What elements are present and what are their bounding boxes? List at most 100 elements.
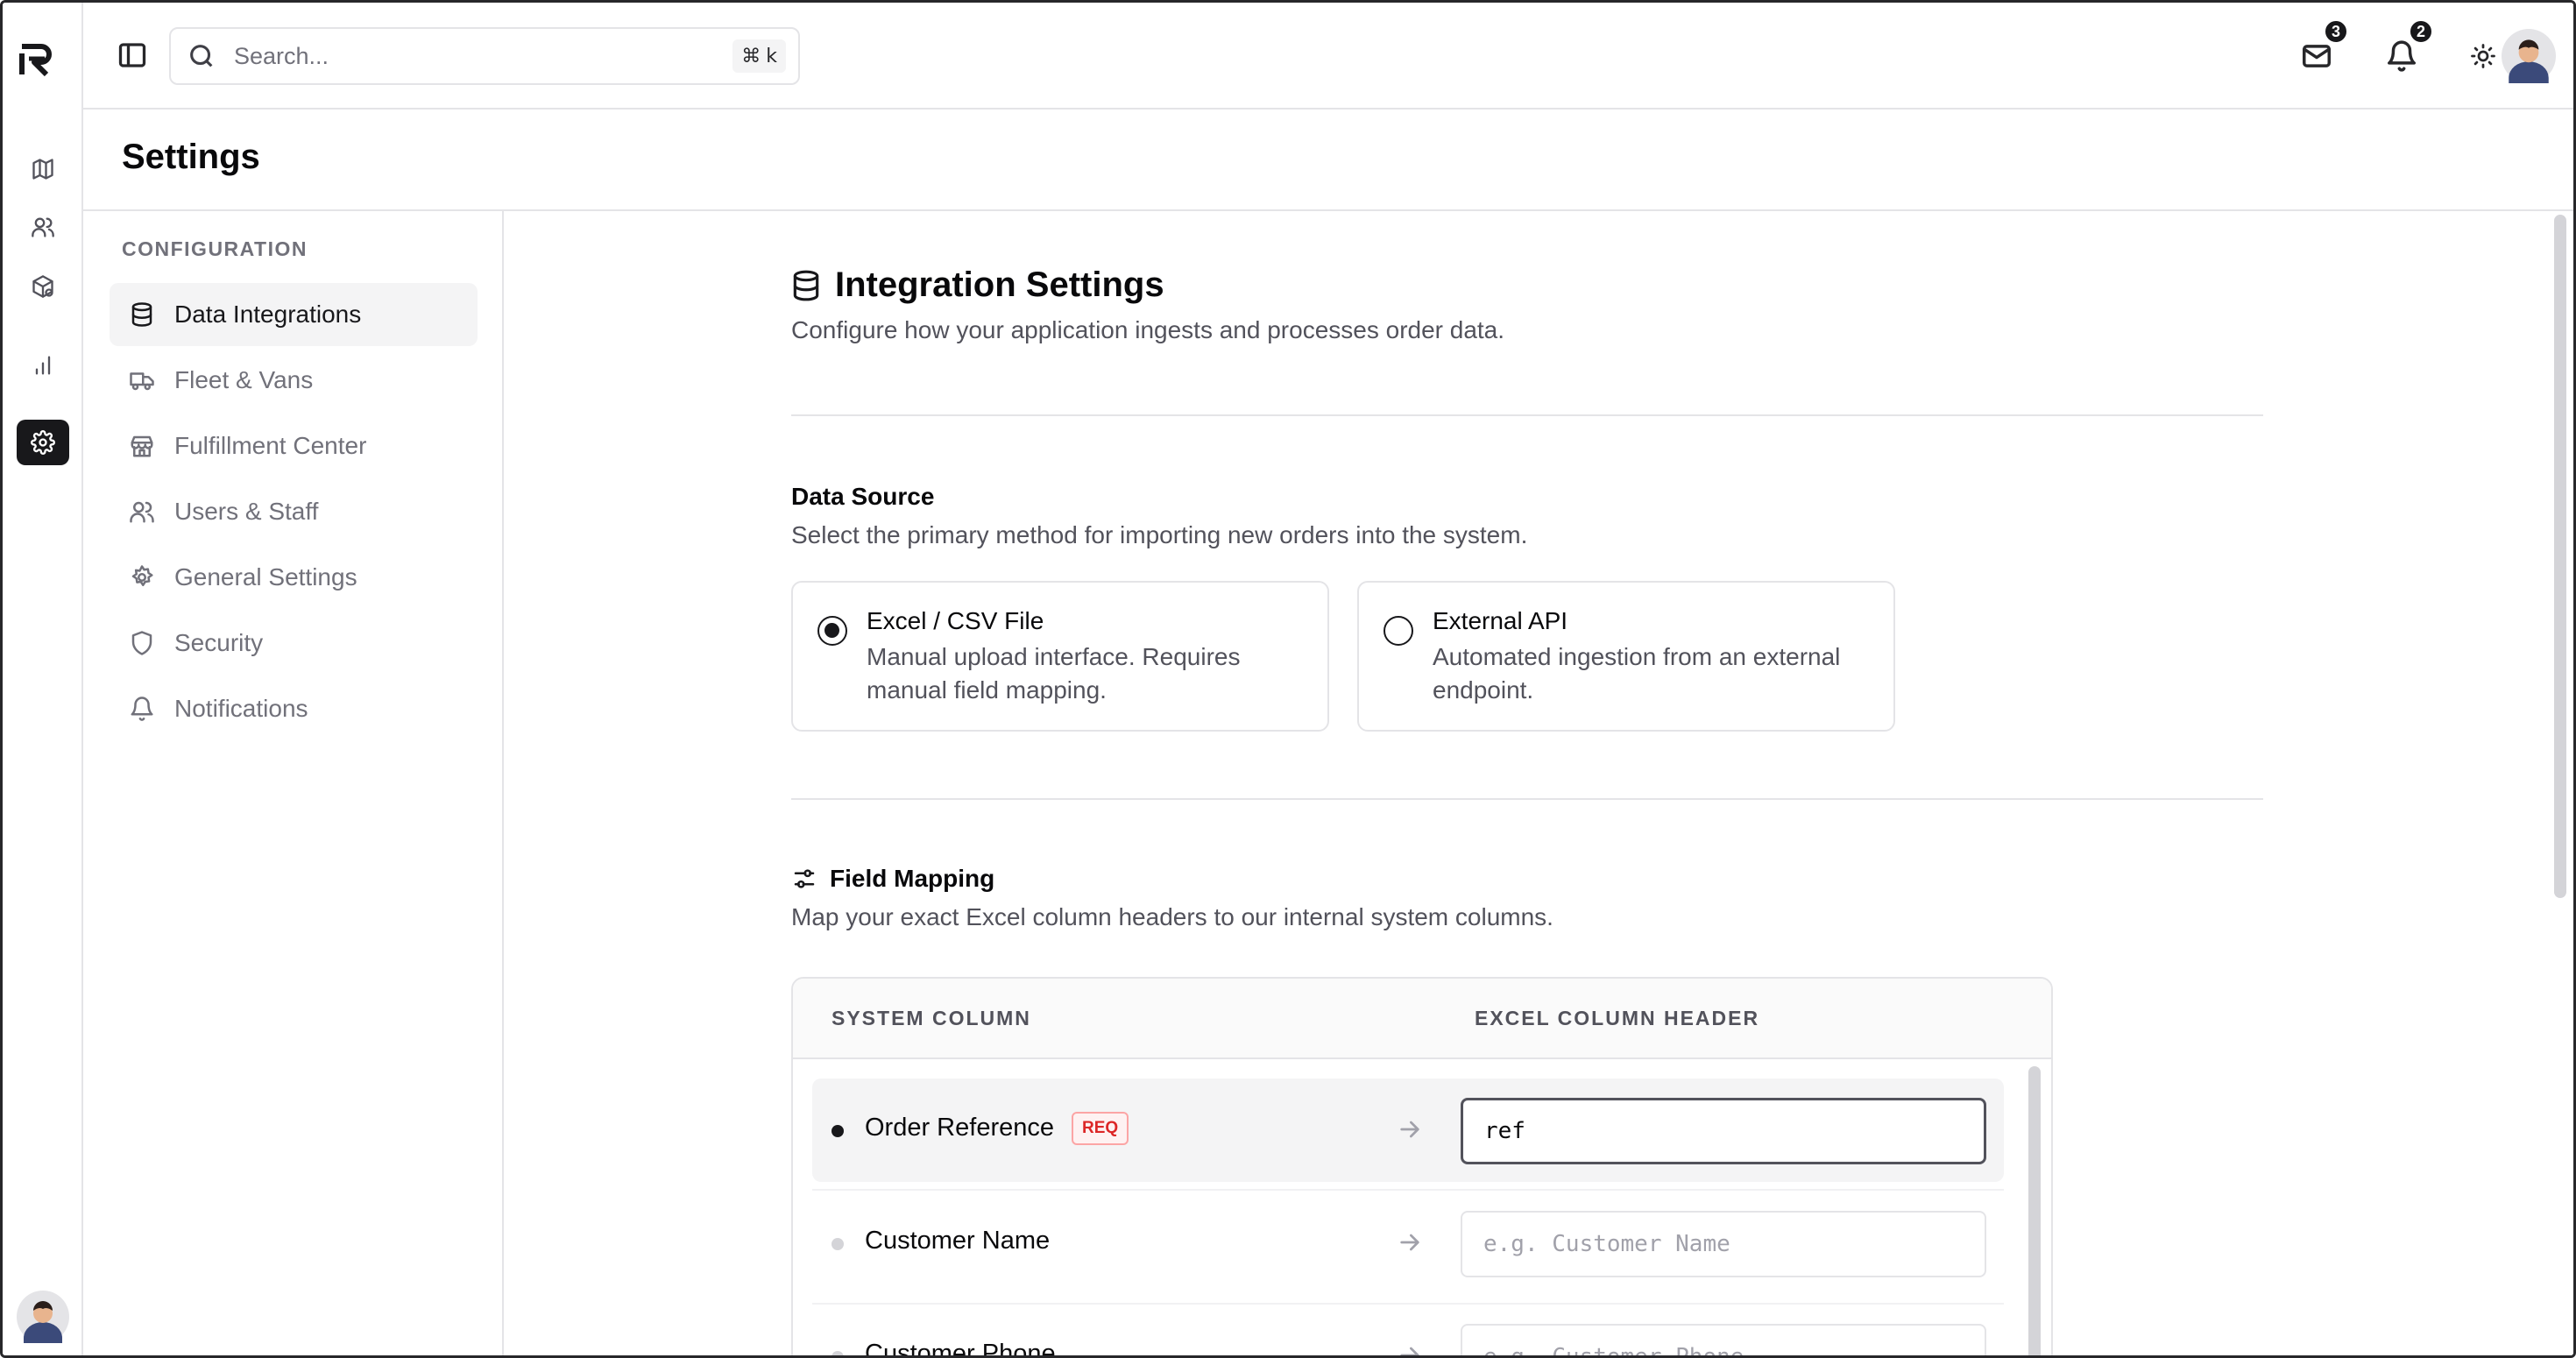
app-logo[interactable] — [18, 39, 57, 78]
mail-button[interactable]: 3 — [2296, 18, 2349, 76]
store-icon — [131, 435, 153, 457]
mail-count-badge: 3 — [2323, 18, 2349, 45]
excel-header-input[interactable] — [1461, 1211, 1986, 1277]
search-shortcut-hint: ⌘ k — [732, 39, 786, 73]
field-mapping-heading: Field Mapping — [830, 865, 995, 892]
system-column-label: Order Reference — [865, 1114, 1054, 1142]
data-source-description: Select the primary method for importing … — [791, 521, 1528, 548]
excel-header-input[interactable] — [1461, 1324, 1986, 1355]
table-row: Order Reference REQ — [812, 1079, 2004, 1182]
main-content[interactable]: Integration Settings Configure how your … — [504, 211, 2573, 1355]
nav-item-notifications[interactable]: Notifications — [110, 677, 478, 740]
field-mapping-description: Map your exact Excel column headers to o… — [791, 903, 1553, 930]
nav-item-general-settings[interactable]: General Settings — [110, 546, 478, 609]
option-description: Manual upload interface. Requires manual… — [867, 643, 1241, 704]
system-column-label: Customer Name — [865, 1227, 1051, 1255]
map-icon — [32, 159, 53, 180]
nav-item-security[interactable]: Security — [110, 612, 478, 675]
top-bar: Search... ⌘ k 3 2 — [83, 3, 2573, 110]
users-icon — [130, 501, 154, 523]
section-description: Configure how your application ingests a… — [791, 316, 1505, 343]
rail-settings-button[interactable] — [17, 420, 69, 465]
nav-item-fulfillment-center[interactable]: Fulfillment Center — [110, 414, 478, 477]
integration-settings-header: Integration Settings — [789, 265, 1164, 305]
page-header: Settings — [83, 110, 2573, 211]
data-source-option-excel[interactable]: Excel / CSV File Manual upload interface… — [791, 581, 1329, 732]
arrow-right-icon — [1400, 1234, 1419, 1251]
truck-icon — [130, 372, 154, 391]
status-dot — [832, 1238, 844, 1250]
theme-toggle-button[interactable] — [2463, 36, 2503, 76]
sidebar-panel-icon — [118, 43, 146, 67]
mail-icon — [2303, 45, 2331, 67]
profile-avatar[interactable] — [2502, 29, 2556, 83]
radio-button-api[interactable] — [1384, 616, 1413, 646]
arrow-right-icon — [1400, 1121, 1419, 1138]
bell-icon — [131, 697, 153, 721]
nav-item-users-staff[interactable]: Users & Staff — [110, 480, 478, 543]
rail-packages-button[interactable] — [17, 264, 69, 309]
app-window: Search... ⌘ k 3 2 Settings CONFIGURATION… — [0, 0, 2576, 1358]
notifications-button[interactable]: 2 — [2381, 18, 2434, 76]
column-header-excel: EXCEL COLUMN HEADER — [1475, 1007, 1760, 1029]
divider — [791, 414, 2263, 416]
gear-icon — [31, 430, 55, 455]
option-description: Automated ingestion from an external end… — [1433, 643, 1841, 704]
package-icon — [32, 275, 53, 298]
sliders-icon — [794, 869, 815, 888]
nav-item-data-integrations[interactable]: Data Integrations — [110, 283, 478, 346]
database-icon — [131, 302, 152, 327]
search-bar[interactable]: Search... ⌘ k — [169, 27, 800, 85]
radio-button-excel[interactable] — [817, 616, 847, 646]
nav-section-label: CONFIGURATION — [122, 237, 308, 260]
bar-chart-icon — [35, 356, 51, 375]
field-mapping-table: SYSTEM COLUMN EXCEL COLUMN HEADER Order … — [791, 977, 2053, 1358]
rail-map-button[interactable] — [17, 146, 69, 192]
shortcut-key: k — [766, 45, 777, 67]
rail-users-button[interactable] — [17, 204, 69, 250]
divider — [791, 798, 2263, 800]
table-row: Customer Phone — [812, 1305, 2004, 1358]
required-badge: REQ — [1072, 1112, 1129, 1145]
notification-count-badge: 2 — [2408, 18, 2434, 45]
option-title: External API — [1433, 607, 1568, 634]
arrow-right-icon — [1400, 1347, 1419, 1355]
gear-icon — [131, 565, 153, 586]
nav-item-label: Users & Staff — [174, 498, 319, 525]
row-separator — [812, 1189, 2004, 1191]
system-column-label: Customer Phone — [865, 1340, 1056, 1358]
data-source-heading: Data Source — [791, 483, 935, 510]
nav-item-label: Data Integrations — [174, 301, 362, 328]
data-source-option-api[interactable]: External API Automated ingestion from an… — [1357, 581, 1895, 732]
status-dot — [832, 1125, 844, 1137]
shield-icon — [131, 631, 152, 655]
nav-item-label: General Settings — [174, 563, 357, 591]
excel-header-input[interactable] — [1461, 1098, 1986, 1164]
users-icon — [32, 217, 54, 237]
icon-rail — [3, 3, 83, 1355]
search-icon — [190, 45, 213, 67]
nav-item-label: Notifications — [174, 695, 308, 722]
rail-analytics-button[interactable] — [17, 343, 69, 388]
nav-item-label: Fleet & Vans — [174, 366, 314, 393]
table-scrollbar[interactable] — [2028, 1066, 2041, 1355]
page-title: Settings — [122, 138, 260, 176]
nav-item-fleet-vans[interactable]: Fleet & Vans — [110, 349, 478, 412]
bell-icon — [2388, 40, 2416, 72]
nav-item-label: Security — [174, 629, 264, 656]
settings-sidebar: CONFIGURATION Data Integrations Fleet & … — [83, 211, 504, 1355]
section-title: Integration Settings — [835, 265, 1164, 304]
user-avatar[interactable] — [17, 1291, 69, 1343]
search-placeholder[interactable]: Search... — [234, 43, 732, 70]
database-icon — [793, 270, 819, 301]
status-dot — [832, 1351, 844, 1355]
table-row: Customer Name — [812, 1192, 2004, 1295]
sidebar-toggle-button[interactable] — [115, 38, 150, 73]
table-header: SYSTEM COLUMN EXCEL COLUMN HEADER — [793, 979, 2051, 1059]
option-title: Excel / CSV File — [867, 607, 1044, 634]
main-scrollbar[interactable] — [2554, 215, 2566, 898]
command-key-glyph: ⌘ — [741, 45, 761, 67]
field-mapping-header: Field Mapping — [791, 865, 994, 893]
sun-icon — [2471, 44, 2495, 68]
nav-item-label: Fulfillment Center — [174, 432, 367, 459]
